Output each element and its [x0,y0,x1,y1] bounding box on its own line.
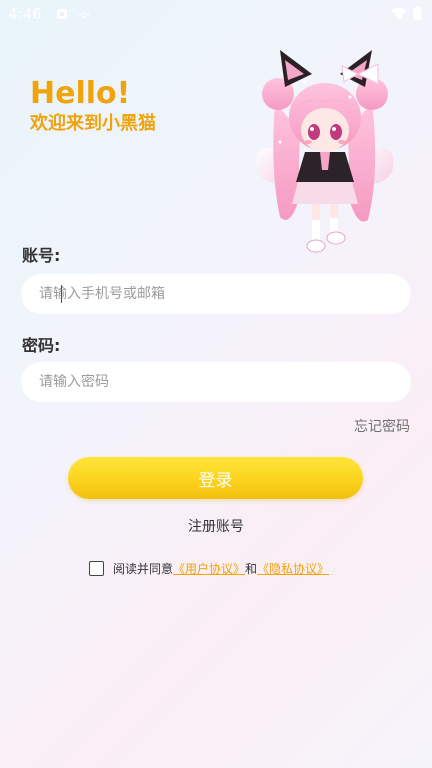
agreement-prefix: 阅读并同意 [113,562,174,576]
battery-icon [413,6,422,21]
notification-icon [57,9,67,19]
greeting: Hello! 欢迎来到小黑猫 [30,76,156,136]
greeting-title: Hello! [30,76,131,111]
account-label: 账号: [22,246,61,265]
agreement-conjunction: 和 [245,562,258,576]
cast-icon [78,12,90,19]
status-time: 4:46 [8,5,42,23]
password-label: 密码: [22,336,61,355]
account-input-box[interactable] [21,274,411,314]
account-input[interactable] [21,286,411,302]
agreement-checkbox[interactable] [89,561,104,576]
password-input[interactable] [21,374,411,390]
privacy-agreement-link[interactable]: 《隐私协议》 [257,560,329,577]
status-bar: 4:46 [0,0,432,28]
text-caret [61,285,62,303]
wifi-icon [391,7,407,20]
forgot-password-link[interactable]: 忘记密码 [354,416,410,436]
greeting-subtitle: 欢迎来到小黑猫 [30,113,156,134]
password-input-box[interactable] [21,362,411,402]
mascot-illustration [256,50,394,253]
agreement-row: 阅读并同意 《用户协议》 和 《隐私协议》 [89,560,329,577]
user-agreement-link[interactable]: 《用户协议》 [173,560,245,577]
login-button[interactable]: 登录 [68,457,363,499]
register-link[interactable]: 注册账号 [0,516,432,536]
